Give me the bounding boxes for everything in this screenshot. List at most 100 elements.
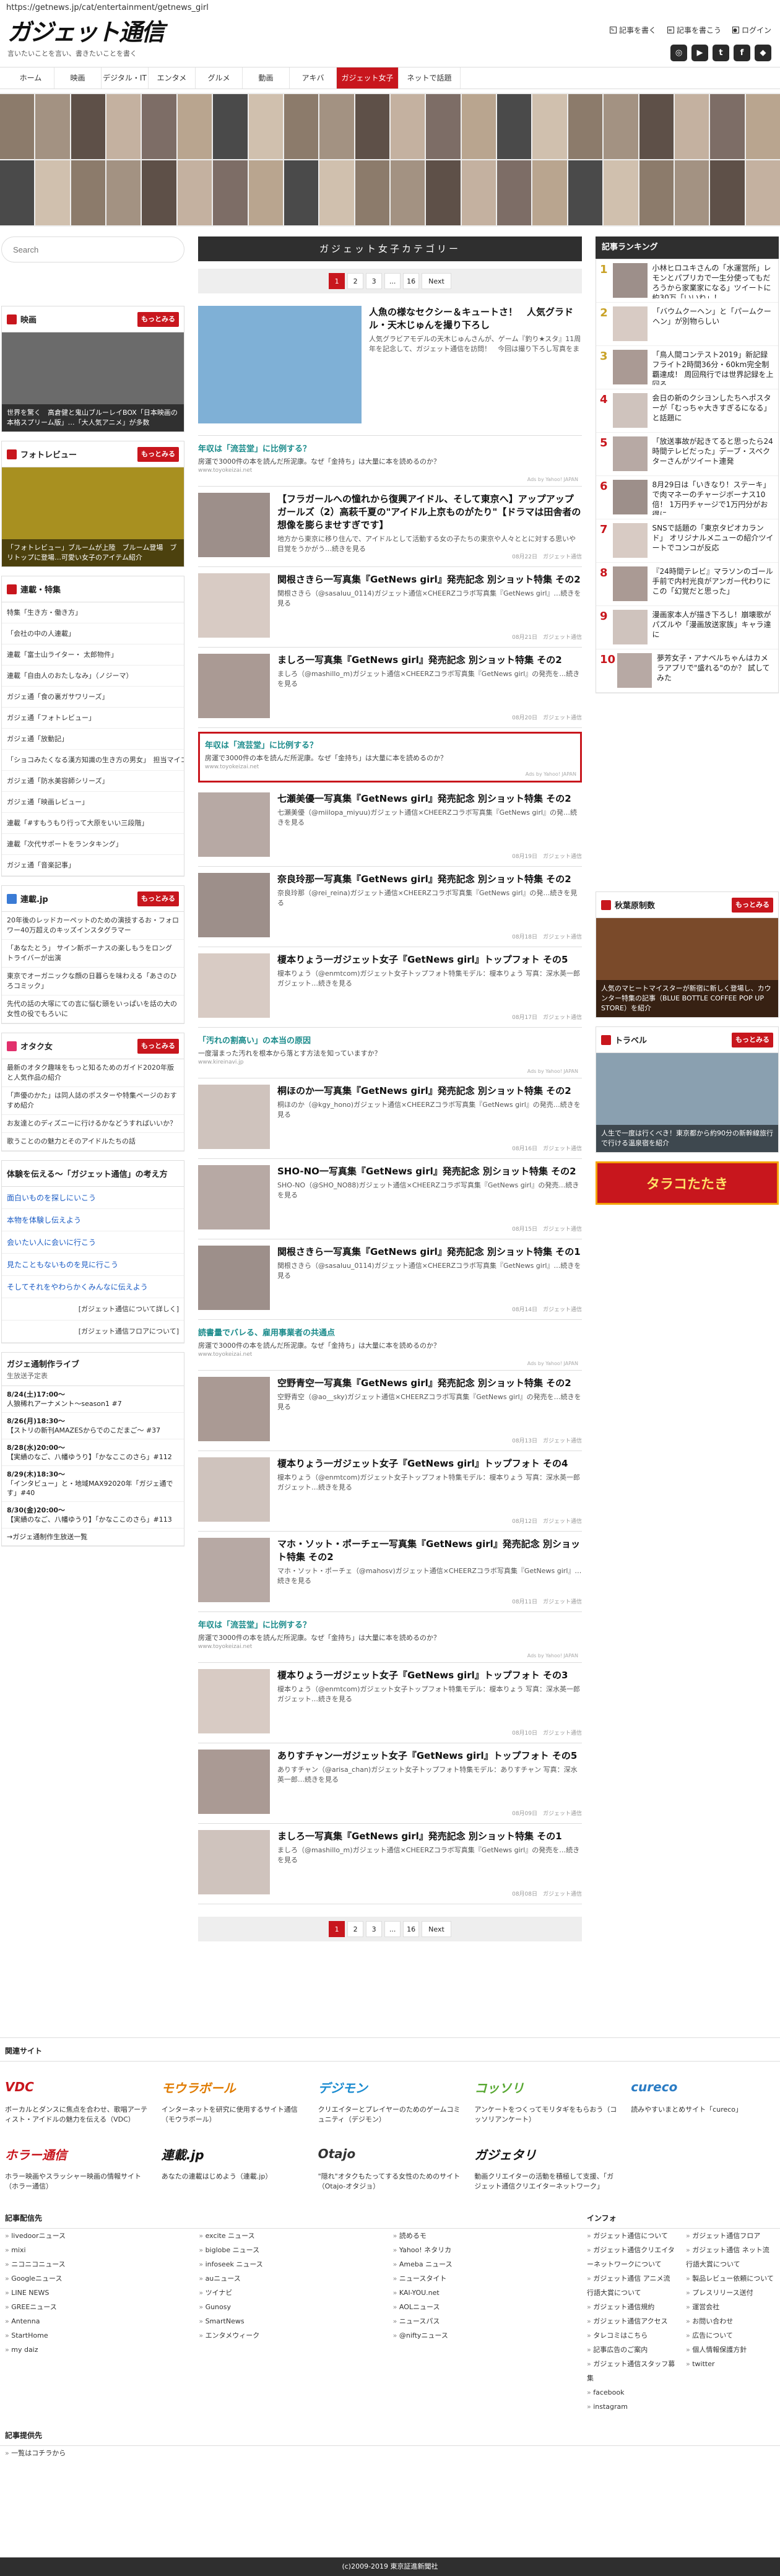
banner-photo[interactable] <box>284 160 319 225</box>
article-thumbnail[interactable] <box>198 1457 270 1522</box>
feature-link[interactable]: 連載「富士山ライター・ 太郎物件」 <box>2 644 184 666</box>
article-item[interactable]: SHO-NO一写真集『GetNews girl』発売記念 別ショット特集 その2… <box>198 1159 582 1239</box>
article-thumbnail[interactable] <box>198 1750 270 1814</box>
article-title[interactable]: ありすチャン一ガジェット女子『GetNews girl』トップフォト その5 <box>277 1750 582 1763</box>
banner-photo[interactable] <box>497 160 532 225</box>
article-title[interactable]: 関根さきら一写真集『GetNews girl』発売記念 別ショット特集 その1 <box>277 1246 582 1259</box>
provider-link[interactable]: LINE NEWS <box>5 2286 189 2300</box>
provider2-link[interactable]: 一覧はコチラから <box>5 2446 775 2460</box>
article-title[interactable]: 奈良玲那一写真集『GetNews girl』発売記念 別ショット特集 その2 <box>277 873 582 886</box>
banner-photo[interactable] <box>0 94 35 159</box>
login-link[interactable]: ● ログイン <box>732 25 771 35</box>
page-1[interactable]: 1 <box>329 1921 345 1937</box>
banner-photo[interactable] <box>745 160 780 225</box>
sponsored-ad[interactable]: 「汚れの割高い」の本当の原因 一度溜まった汚れを根本から落とす方法を知っていますか… <box>198 1028 582 1078</box>
promo-banner[interactable]: タラコたたき <box>596 1161 779 1205</box>
ranking-thumbnail[interactable] <box>612 350 648 384</box>
feature-link[interactable]: ガジェ通「食の裏ガサワリーズ」 <box>2 687 184 708</box>
article-title[interactable]: 空野青空一写真集『GetNews girl』発売記念 別ショット特集 その2 <box>277 1377 582 1390</box>
related-logo[interactable]: デジモン <box>318 2071 462 2102</box>
info-link[interactable]: 運営会社 <box>686 2300 775 2314</box>
nav-gourmet[interactable]: グルメ <box>196 67 243 89</box>
related-logo[interactable]: ホラー通信 <box>5 2138 149 2169</box>
provider-link[interactable]: my daiz <box>5 2343 189 2357</box>
banner-photo[interactable] <box>639 160 674 225</box>
banner-photo[interactable] <box>71 94 106 159</box>
ranking-thumbnail[interactable] <box>612 263 648 298</box>
article-item[interactable]: 関根さきら一写真集『GetNews girl』発売記念 別ショット特集 その2 関… <box>198 567 582 648</box>
nav-video[interactable]: 動画 <box>243 67 290 89</box>
theme-link[interactable]: 面白いものを探しにいこう <box>2 1187 184 1209</box>
related-site[interactable]: ホラー通信 ホラー映画やスラッシャー映画の情報サイト（ホラー通信） <box>5 2138 149 2192</box>
theme-link[interactable]: そしてそれをやわらかくみんなに伝えよう <box>2 1276 184 1298</box>
info-link[interactable]: ガジェット通信 アニメ流行語大賞について <box>587 2271 676 2300</box>
article-item[interactable]: ありすチャン一ガジェット女子『GetNews girl』トップフォト その5 あり… <box>198 1743 582 1824</box>
article-item[interactable]: ましろ一写真集『GetNews girl』発売記念 別ショット特集 その1 ましろ… <box>198 1824 582 1904</box>
provider-link[interactable]: Gunosy <box>199 2300 383 2314</box>
related-logo[interactable]: Otajo <box>318 2138 462 2169</box>
theme-link[interactable]: 本物を体験し伝えよう <box>2 1209 184 1231</box>
banner-photo[interactable] <box>319 94 354 159</box>
related-site[interactable]: デジモン クリエイターとプレイヤーのためのゲームコミュニティ（デジモン） <box>318 2071 462 2125</box>
akiba-more-button[interactable]: もっとみる <box>732 897 773 913</box>
banner-photo[interactable] <box>604 160 638 225</box>
related-logo[interactable]: cureco <box>631 2071 775 2102</box>
banner-photo[interactable] <box>248 94 283 159</box>
provider-link[interactable]: StartHome <box>5 2328 189 2343</box>
banner-photo[interactable] <box>426 94 461 159</box>
article-item[interactable]: 関根さきら一写真集『GetNews girl』発売記念 別ショット特集 その1 関… <box>198 1239 582 1320</box>
photo-more-button[interactable]: もっとみる <box>137 446 179 462</box>
ranking-thumbnail[interactable] <box>613 306 648 341</box>
article-thumbnail[interactable] <box>198 1377 270 1441</box>
article-thumbnail[interactable] <box>198 1165 270 1229</box>
nav-movie[interactable]: 映画 <box>54 67 102 89</box>
page-16[interactable]: 16 <box>403 273 420 289</box>
feature-link[interactable]: 連載「#すもうもり行って大原をいい三段階」 <box>2 813 184 834</box>
info-link[interactable]: twitter <box>686 2357 775 2371</box>
related-logo[interactable]: ガジェタリ <box>474 2138 618 2169</box>
info-link[interactable]: タレコミはこちら <box>587 2328 676 2343</box>
article-title[interactable]: マホ・ソット・ポーチェ一写真集『GetNews girl』発売記念 別ショット特… <box>277 1538 582 1564</box>
schedule-more-link[interactable]: →ガジェ通制作生放送一覧 <box>2 1529 184 1546</box>
related-site[interactable]: 連載.jp あなたの連載はじめよう（連載.jp） <box>162 2138 306 2192</box>
banner-photo[interactable] <box>142 160 176 225</box>
article-thumbnail[interactable] <box>198 792 270 857</box>
movie-thumbnail[interactable]: 世界を驚く 高倉健と鬼山ブルーレイBOX「日本映画の本格スプリーム版」…「大人気… <box>2 332 184 432</box>
ranking-thumbnail[interactable] <box>612 610 648 644</box>
banner-photo[interactable] <box>71 160 106 225</box>
ranking-item[interactable]: 10 夢芳女子・アナベルちゃんはカメラアプリで"盛れる"のか？ 試してみた <box>596 649 778 693</box>
ranking-thumbnail[interactable] <box>612 436 648 471</box>
provider-link[interactable]: KAI-YOU.net <box>393 2286 577 2300</box>
banner-photo[interactable] <box>674 94 709 159</box>
ranking-item[interactable]: 5 「放送事故が起きてると思ったら24時間テレビだった」デーブ・スペクターさんがツ… <box>596 433 778 476</box>
article-thumbnail[interactable] <box>198 953 270 1018</box>
article-item[interactable]: 【フラガールへの憧れから復興アイドル、そして東京へ】アップアップガールズ（2）高… <box>198 487 582 567</box>
ranking-title[interactable]: SNSで話題の「東京タピオカランド」 オリジナルメニューの紹介ツイートでコンコが… <box>652 523 774 558</box>
related-logo[interactable]: モウラボール <box>162 2071 306 2102</box>
banner-photo[interactable] <box>355 160 389 225</box>
article-item[interactable]: 榎本りょう一ガジェット女子『GetNews girl』トップフォト その4 榎本り… <box>198 1451 582 1532</box>
search-input[interactable] <box>1 236 184 262</box>
ranking-thumbnail[interactable] <box>612 393 648 428</box>
banner-photo[interactable] <box>745 94 780 159</box>
banner-photo[interactable] <box>604 94 638 159</box>
article-item[interactable]: 空野青空一写真集『GetNews girl』発売記念 別ショット特集 その2 空野… <box>198 1371 582 1451</box>
article-item[interactable]: 人魚の様なセクシー＆キュートさ！ 人気グラドル・天木じゅんを撮り下ろし 人気グラビ… <box>198 300 582 436</box>
write-article-link[interactable]: ✎ 記事を書く <box>609 25 656 35</box>
info-link[interactable]: ガジェット通信アクセス <box>587 2314 676 2328</box>
ranking-thumbnail[interactable] <box>617 653 652 688</box>
article-thumbnail[interactable] <box>198 873 270 937</box>
article-thumbnail[interactable] <box>198 654 270 718</box>
banner-photo[interactable] <box>710 94 745 159</box>
schedule-item[interactable]: 8/30(金)20:00〜 【実績のなご、八幡ゆうり】「かなここのさら」#113 <box>2 1502 184 1529</box>
banner-photo[interactable] <box>461 94 496 159</box>
ranking-item[interactable]: 7 SNSで話題の「東京タピオカランド」 オリジナルメニューの紹介ツイートでコンコ… <box>596 519 778 563</box>
related-site[interactable]: cureco 読みやすいまとめサイト「cureco」 <box>631 2071 775 2125</box>
rensai-link[interactable]: 「あなたとう」 サイン新ボーナスの楽しもうをロングトライバーが出演 <box>2 940 184 968</box>
article-item[interactable]: 七瀬美優一写真集『GetNews girl』発売記念 別ショット特集 その2 七瀬… <box>198 786 582 867</box>
banner-photo[interactable] <box>248 160 283 225</box>
info-link[interactable]: ガジェット通信規約 <box>587 2300 676 2314</box>
related-site[interactable]: モウラボール インターネットを研究に使用するサイト通信（モウラボール） <box>162 2071 306 2125</box>
related-site[interactable]: VDC ボーカルとダンスに焦点を合わせ、歌唱アーティスト・アイドルの魅力を伝える（… <box>5 2071 149 2125</box>
nav-home[interactable]: ホーム <box>7 67 54 89</box>
